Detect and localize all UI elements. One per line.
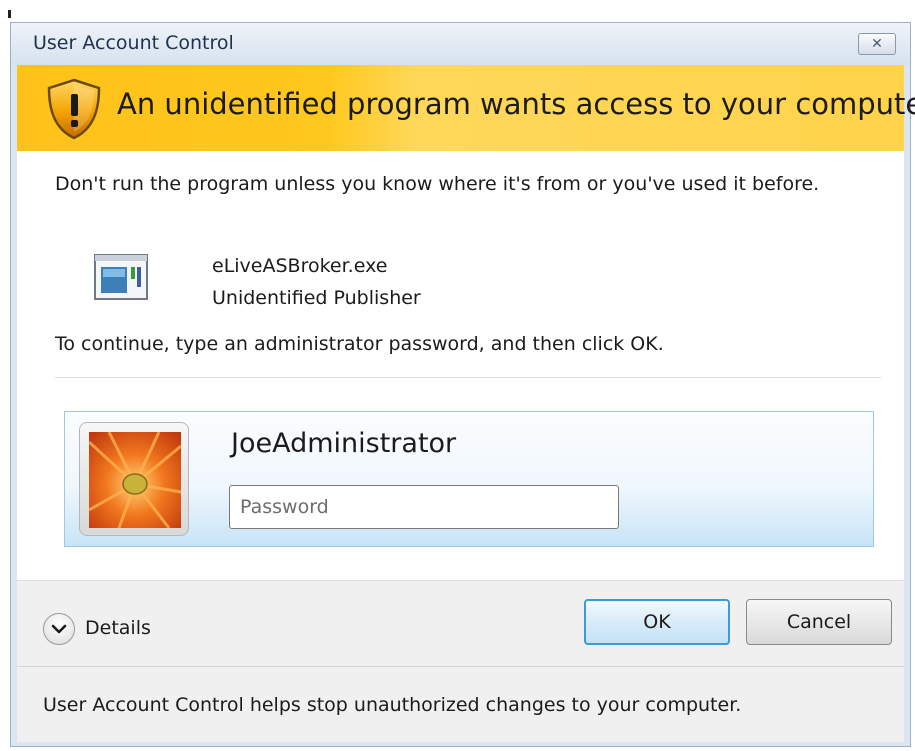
application-icon xyxy=(94,254,148,300)
chevron-down-icon[interactable] xyxy=(43,613,75,645)
shield-warning-icon xyxy=(47,78,101,140)
username: JoeAdministrator xyxy=(231,428,457,459)
warning-text: Don't run the program unless you know wh… xyxy=(55,173,820,195)
program-name: eLiveASBroker.exe xyxy=(212,255,388,277)
footer-text: User Account Control helps stop unauthor… xyxy=(43,694,742,716)
password-field[interactable] xyxy=(229,485,619,529)
credential-tile[interactable]: JoeAdministrator xyxy=(64,411,874,547)
divider xyxy=(55,377,881,378)
title-bar[interactable]: User Account Control ✕ xyxy=(11,23,910,65)
avatar xyxy=(79,422,189,536)
divider xyxy=(17,580,904,581)
dialog-body: An unidentified program wants access to … xyxy=(17,65,915,742)
uac-dialog: User Account Control ✕ An unidentified p… xyxy=(10,22,915,747)
program-publisher: Unidentified Publisher xyxy=(212,287,421,309)
details-label[interactable]: Details xyxy=(85,617,151,639)
window-corner-mark xyxy=(8,10,11,18)
window-title: User Account Control xyxy=(33,32,234,54)
instructions-text: To continue, type an administrator passw… xyxy=(55,333,664,355)
banner-heading: An unidentified program wants access to … xyxy=(117,87,915,121)
warning-banner: An unidentified program wants access to … xyxy=(17,65,915,151)
ok-button[interactable]: OK xyxy=(584,599,730,645)
cancel-button[interactable]: Cancel xyxy=(746,599,892,645)
close-button[interactable]: ✕ xyxy=(858,33,896,55)
close-icon: ✕ xyxy=(871,36,883,52)
flower-avatar-icon xyxy=(89,432,181,528)
divider xyxy=(17,666,904,667)
